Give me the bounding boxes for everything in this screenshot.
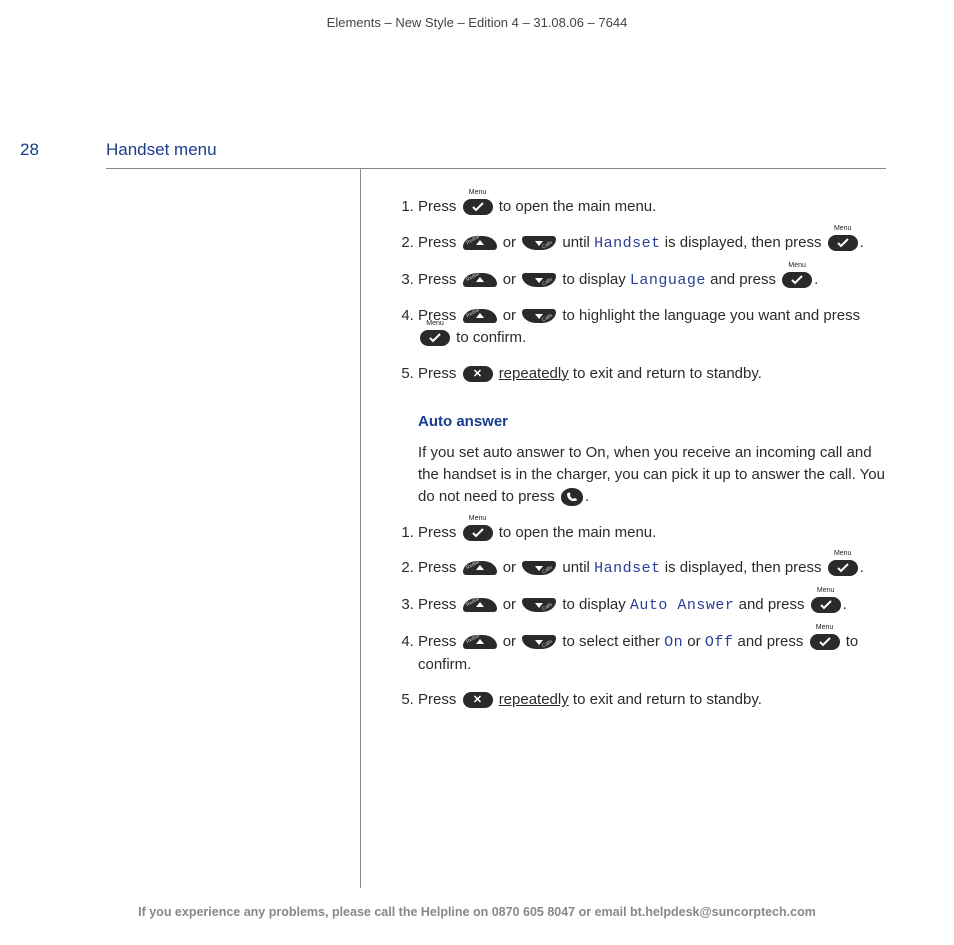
intro-paragraph: If you set auto answer to On, when you r… (418, 442, 896, 507)
text: . (860, 234, 864, 251)
step: Press Redial or Calls to select either O… (418, 631, 896, 676)
text: and press (738, 633, 804, 650)
text: Press (418, 691, 456, 708)
document-meta: Elements – New Style – Edition 4 – 31.08… (0, 0, 954, 33)
text: or (503, 633, 516, 650)
menu-button-icon: Menu (463, 525, 493, 541)
footer-helpline: If you experience any problems, please c… (0, 903, 954, 921)
cancel-button-icon: ✕ (463, 366, 493, 382)
nav-up-icon: Redial (463, 236, 497, 250)
text: If you set auto answer to On, when you r… (418, 444, 885, 505)
text: Press (418, 559, 456, 576)
nav-down-icon: Calls (522, 635, 556, 649)
text: . (585, 488, 589, 505)
step: Press Redial or Calls to display Auto An… (418, 594, 896, 617)
menu-button-icon: Menu (828, 560, 858, 576)
text: or (687, 633, 700, 650)
text: . (814, 271, 818, 288)
nav-up-icon: Redial (463, 561, 497, 575)
text: or (503, 234, 516, 251)
text-underlined: repeatedly (499, 691, 569, 708)
text: Press (418, 271, 456, 288)
text: Press (418, 596, 456, 613)
text: until (562, 559, 590, 576)
nav-up-icon: Redial (463, 309, 497, 323)
step: Press Redial or Calls until Handset is d… (418, 557, 896, 580)
step: Press Menu to open the main menu. (418, 196, 896, 218)
text: . (860, 559, 864, 576)
page-number: 28 (20, 138, 39, 163)
text: . (843, 596, 847, 613)
text: and press (739, 596, 805, 613)
menu-label: Menu (782, 262, 812, 269)
text: to open the main menu. (499, 198, 657, 215)
text: or (503, 596, 516, 613)
lcd-text: Handset (594, 235, 661, 252)
text: to display (562, 596, 625, 613)
steps-list-2: Press Menu to open the main menu. Press … (396, 522, 896, 712)
text-underlined: repeatedly (499, 365, 569, 382)
text: Press (418, 633, 456, 650)
menu-button-icon: Menu (463, 199, 493, 215)
menu-label: Menu (463, 189, 493, 196)
step: Press ✕ repeatedly to exit and return to… (418, 363, 896, 385)
lcd-text: Language (630, 272, 706, 289)
nav-down-icon: Calls (522, 598, 556, 612)
talk-button-icon (561, 488, 583, 506)
nav-down-icon: Calls (522, 561, 556, 575)
text: to confirm. (456, 329, 526, 346)
text: is displayed, then press (665, 234, 822, 251)
step: Press ✕ repeatedly to exit and return to… (418, 689, 896, 711)
text: until (562, 234, 590, 251)
text: or (503, 559, 516, 576)
menu-label: Menu (420, 320, 450, 327)
text: Press (418, 198, 456, 215)
text: is displayed, then press (665, 559, 822, 576)
menu-label: Menu (828, 550, 858, 557)
cancel-button-icon: ✕ (463, 692, 493, 708)
nav-down-icon: Calls (522, 309, 556, 323)
nav-up-icon: Redial (463, 598, 497, 612)
nav-up-icon: Redial (463, 635, 497, 649)
content-column: Press Menu to open the main menu. Press … (396, 196, 896, 737)
text: Press (418, 524, 456, 541)
horizontal-rule (106, 168, 886, 169)
text: Press (418, 365, 456, 382)
nav-up-icon: Redial (463, 273, 497, 287)
vertical-rule (360, 168, 361, 888)
lcd-text: On (664, 634, 683, 651)
text: to exit and return to standby. (573, 691, 762, 708)
step: Press Redial or Calls to display Languag… (418, 269, 896, 292)
menu-button-icon: Menu (811, 597, 841, 613)
text: to select either (562, 633, 660, 650)
text: Press (418, 234, 456, 251)
section-title: Handset menu (106, 138, 217, 163)
text: and press (710, 271, 776, 288)
step: Press Redial or Calls to highlight the l… (418, 305, 896, 349)
text: or (503, 271, 516, 288)
menu-label: Menu (463, 515, 493, 522)
text: to open the main menu. (499, 524, 657, 541)
lcd-text: Off (705, 634, 734, 651)
menu-label: Menu (828, 225, 858, 232)
lcd-text: Auto Answer (630, 597, 735, 614)
lcd-text: Handset (594, 560, 661, 577)
menu-label: Menu (811, 587, 841, 594)
step: Press Menu to open the main menu. (418, 522, 896, 544)
menu-button-icon: Menu (420, 330, 450, 346)
step: Press Redial or Calls until Handset is d… (418, 232, 896, 255)
menu-button-icon: Menu (782, 272, 812, 288)
nav-down-icon: Calls (522, 273, 556, 287)
text: to highlight the language you want and p… (562, 307, 860, 324)
steps-list-1: Press Menu to open the main menu. Press … (396, 196, 896, 385)
text: to display (562, 271, 625, 288)
menu-button-icon: Menu (810, 634, 840, 650)
nav-down-icon: Calls (522, 236, 556, 250)
menu-label: Menu (810, 624, 840, 631)
text: to exit and return to standby. (573, 365, 762, 382)
subsection-heading: Auto answer (418, 411, 896, 433)
menu-button-icon: Menu (828, 235, 858, 251)
text: or (503, 307, 516, 324)
